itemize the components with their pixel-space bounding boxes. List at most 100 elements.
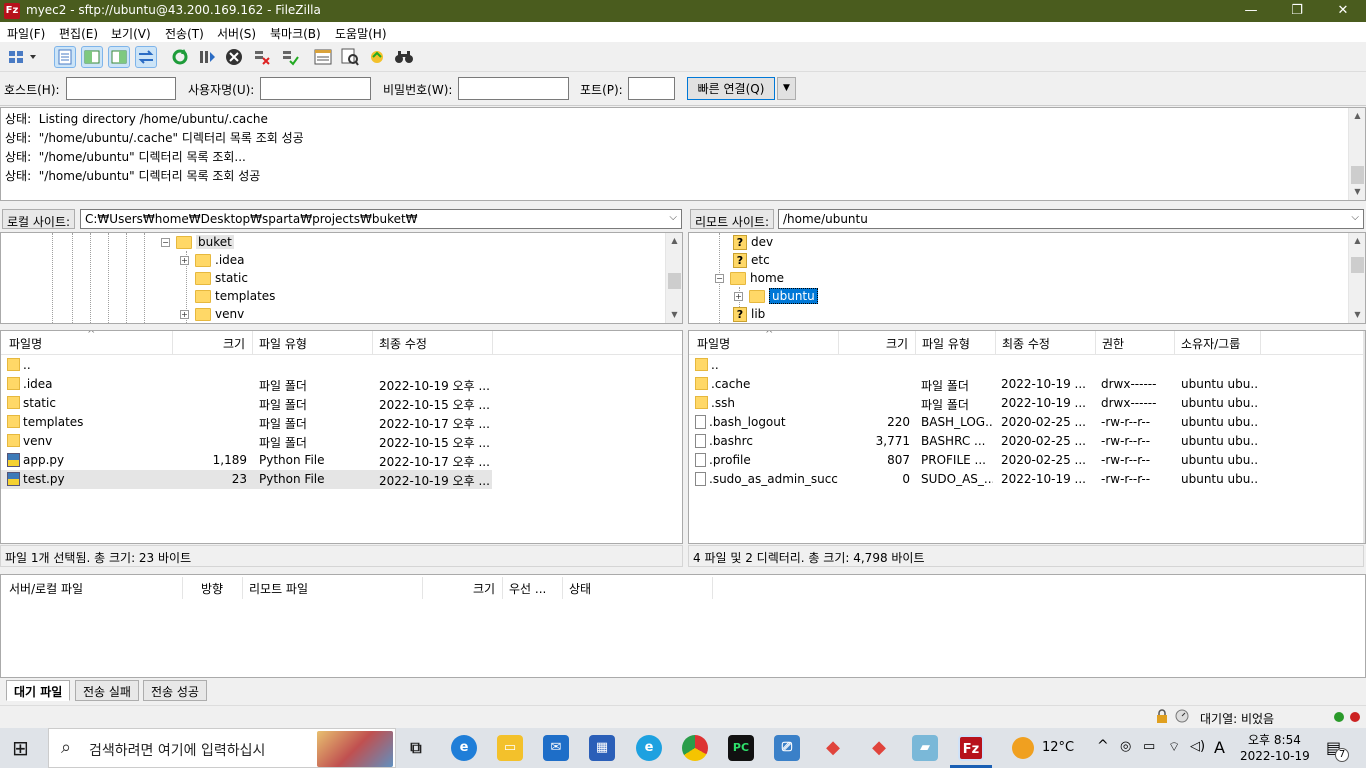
table-row[interactable]: templates 파일 폴더 2022-10-17 오후 ... — [1, 413, 492, 432]
tree-node-static[interactable]: static — [195, 269, 248, 287]
chrome-icon[interactable] — [682, 735, 708, 761]
speed-limit-icon[interactable] — [1175, 709, 1189, 723]
table-row[interactable]: test.py 23 Python File 2022-10-19 오후 ... — [1, 470, 492, 489]
binoculars-search-icon[interactable] — [393, 46, 415, 68]
toggle-remote-tree-icon[interactable] — [108, 46, 130, 68]
restore-button[interactable]: ❐ — [1274, 0, 1320, 22]
filezilla-taskbar-icon[interactable]: Fz — [958, 735, 984, 761]
weather-icon[interactable] — [1012, 737, 1034, 759]
tray-app-icon[interactable]: ◎ — [1120, 739, 1131, 754]
col-modified[interactable]: 최종 수정 — [996, 335, 1050, 352]
local-path-combo[interactable]: C:₩Users₩home₩Desktop₩sparta₩projects₩bu… — [80, 209, 682, 229]
table-row[interactable]: .idea 파일 폴더 2022-10-19 오후 ... — [1, 375, 492, 394]
directory-filter-icon[interactable] — [312, 46, 334, 68]
git-app-icon[interactable]: ◆ — [820, 735, 846, 761]
cancel-operation-icon[interactable] — [223, 46, 245, 68]
table-row[interactable]: .bash_logout 220 BASH_LOG... 2020-02-25 ...… — [689, 413, 1260, 432]
table-row[interactable]: .sudo_as_admin_succ... 0 SUDO_AS_... 2022-1… — [689, 470, 1260, 489]
toggle-queue-icon[interactable] — [135, 46, 157, 68]
tree-node-dev[interactable]: ? dev — [733, 233, 773, 251]
queue-col-size[interactable]: 크기 — [467, 580, 495, 597]
port-input[interactable] — [628, 77, 675, 100]
tab-queued-files[interactable]: 대기 파일 — [6, 680, 71, 701]
menu-help[interactable]: 도움말(H) — [335, 25, 387, 42]
minimize-button[interactable]: — — [1228, 0, 1274, 22]
quickconnect-dropdown-icon[interactable]: ▼ — [777, 77, 796, 100]
expand-icon[interactable]: + — [734, 291, 743, 301]
host-input[interactable] — [66, 77, 176, 100]
col-owner[interactable]: 소유자/그룹 — [1175, 335, 1240, 352]
taskbar-search-box[interactable]: ⌕ 검색하려면 여기에 입력하십시 — [48, 728, 396, 768]
pycharm-icon[interactable]: PC — [728, 735, 754, 761]
scroll-thumb[interactable] — [1351, 166, 1364, 184]
mail-icon[interactable]: ✉ — [543, 735, 569, 761]
menu-bookmarks[interactable]: 북마크(B) — [270, 25, 321, 42]
table-row[interactable]: .profile 807 PROFILE ... 2020-02-25 ... -rw-… — [689, 451, 1260, 470]
queue-col-direction[interactable]: 방향 — [195, 580, 223, 597]
col-size[interactable]: 크기 — [880, 335, 908, 352]
scroll-down-icon[interactable]: ▼ — [1349, 307, 1365, 323]
internet-explorer-icon[interactable]: e — [636, 735, 662, 761]
table-row[interactable]: static 파일 폴더 2022-10-15 오후 ... — [1, 394, 492, 413]
wifi-icon[interactable]: ⌔ — [1168, 739, 1180, 755]
menu-server[interactable]: 서버(S) — [217, 25, 256, 42]
remote-path-combo[interactable]: /home/ubuntu ⌵ — [778, 209, 1364, 229]
store-icon[interactable]: ▦ — [589, 735, 615, 761]
weather-temp[interactable]: 12°C — [1042, 740, 1074, 755]
queue-col-priority[interactable]: 우선 ... — [503, 580, 546, 597]
chevron-down-icon[interactable]: ⌵ — [669, 212, 677, 223]
tree-node-lib[interactable]: ? lib — [733, 305, 765, 323]
tree-node-home[interactable]: − home — [715, 269, 784, 287]
expand-icon[interactable]: + — [180, 255, 189, 265]
clock-time[interactable]: 오후 8:54 — [1248, 731, 1301, 748]
table-row[interactable]: .ssh 파일 폴더 2022-10-19 ... drwx------ ubuntu … — [689, 394, 1260, 413]
queue-col-remote[interactable]: 리모트 파일 — [243, 580, 308, 597]
tree-node-etc[interactable]: ? etc — [733, 251, 770, 269]
sync-browse-icon[interactable] — [339, 46, 361, 68]
table-row[interactable]: .. — [1, 356, 492, 375]
col-size[interactable]: 크기 — [217, 335, 245, 352]
reconnect-icon[interactable] — [279, 46, 301, 68]
log-scrollbar[interactable]: ▲ ▼ — [1348, 108, 1365, 200]
task-view-icon[interactable]: ⧉ — [403, 735, 429, 761]
col-filename[interactable]: 파일명 — [3, 335, 42, 352]
collapse-icon[interactable]: − — [161, 237, 170, 247]
site-manager-icon[interactable] — [5, 46, 41, 68]
local-tree-scrollbar[interactable]: ▲ ▼ — [665, 233, 682, 323]
toggle-log-icon[interactable] — [54, 46, 76, 68]
menu-file[interactable]: 파일(F) — [7, 25, 45, 42]
expand-icon[interactable]: + — [180, 309, 189, 319]
battery-icon[interactable]: ▭ — [1143, 739, 1155, 754]
col-type[interactable]: 파일 유형 — [253, 335, 307, 352]
tray-chevron-up-icon[interactable]: ^ — [1097, 738, 1109, 754]
remote-desktop-icon[interactable]: ⎚ — [774, 735, 800, 761]
table-row[interactable]: .cache 파일 폴더 2022-10-19 ... drwx------ ubunt… — [689, 375, 1260, 394]
remote-tree-scrollbar[interactable]: ▲ ▼ — [1348, 233, 1365, 323]
table-row[interactable]: .. — [689, 356, 1260, 375]
tab-successful-transfers[interactable]: 전송 성공 — [143, 680, 207, 701]
password-input[interactable] — [458, 77, 569, 100]
menu-transfer[interactable]: 전송(T) — [165, 25, 204, 42]
scroll-thumb[interactable] — [668, 273, 681, 289]
chevron-down-icon[interactable]: ⌵ — [1351, 212, 1359, 223]
file-explorer-icon[interactable]: ▭ — [497, 735, 523, 761]
queue-col-status[interactable]: 상태 — [563, 580, 591, 597]
collapse-icon[interactable]: − — [715, 273, 724, 283]
col-filename[interactable]: 파일명 — [691, 335, 730, 352]
clock-date[interactable]: 2022-10-19 — [1240, 749, 1310, 763]
toggle-local-tree-icon[interactable] — [81, 46, 103, 68]
scroll-down-icon[interactable]: ▼ — [666, 307, 682, 323]
table-row[interactable]: venv 파일 폴더 2022-10-15 오후 ... — [1, 432, 492, 451]
tree-node-venv[interactable]: + venv — [180, 305, 244, 323]
menu-edit[interactable]: 편집(E) — [59, 25, 98, 42]
refresh-icon[interactable] — [169, 46, 191, 68]
col-permissions[interactable]: 권한 — [1096, 335, 1124, 352]
username-input[interactable] — [260, 77, 371, 100]
menu-view[interactable]: 보기(V) — [111, 25, 151, 42]
disconnect-icon[interactable] — [251, 46, 273, 68]
volume-icon[interactable]: ◁) — [1190, 739, 1205, 754]
edge-icon[interactable]: e — [451, 735, 477, 761]
tree-node-ubuntu[interactable]: + ubuntu — [734, 287, 818, 305]
scroll-down-icon[interactable]: ▼ — [1349, 184, 1366, 200]
col-modified[interactable]: 최종 수정 — [373, 335, 427, 352]
